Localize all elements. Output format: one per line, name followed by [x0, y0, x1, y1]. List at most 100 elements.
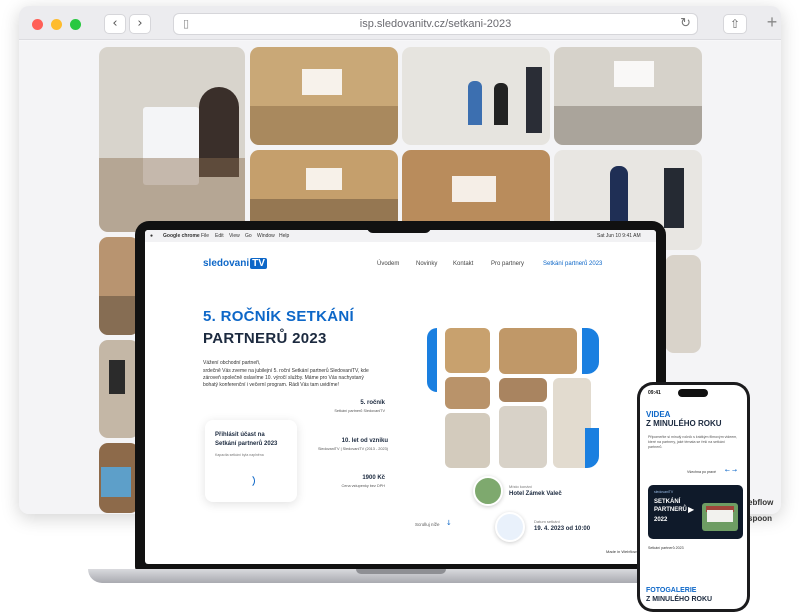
photo-tile — [99, 237, 139, 335]
stat-value: 10. let od vzniku — [341, 438, 388, 444]
laptop-screen: ● Google chrome File Edit View Go Window… — [145, 230, 656, 564]
photo-tile — [250, 47, 398, 145]
photo-tile — [445, 377, 490, 409]
share-icon: ⇧ — [729, 17, 741, 31]
chevron-right-icon: › — [137, 16, 143, 31]
maximize-window-button[interactable] — [70, 19, 81, 30]
menu-go[interactable]: Go — [245, 233, 252, 239]
menu-file[interactable]: File — [201, 233, 209, 239]
videos-more-link[interactable]: Všechna po pravé — [687, 470, 716, 474]
register-card[interactable]: Přihlásit účast na Setkání partnerů 2023… — [205, 420, 297, 502]
webflow-edge-text: ebflow — [748, 498, 774, 507]
nav-link-pro-partnery[interactable]: Pro partnery — [491, 261, 524, 267]
photo-tile — [499, 328, 577, 374]
menu-window[interactable]: Window — [257, 233, 275, 239]
stat-label: SledovaniTV | SledovaniTV (2013 - 2023) — [317, 447, 388, 451]
photo-tile — [499, 378, 547, 402]
photo-tile — [99, 340, 139, 438]
play-icon[interactable]: ▶ — [688, 505, 694, 514]
dynamic-island — [678, 389, 708, 397]
loading-spinner-icon — [241, 474, 255, 488]
video-caption: Setkání partnerů 2023 — [648, 546, 684, 550]
stage: ‹ › ▯ isp.sledovanitv.cz/setkani-2023 ↻ … — [0, 0, 800, 613]
reload-icon[interactable]: ↻ — [680, 16, 691, 31]
scroll-hint[interactable]: Scrolluj níže — [415, 522, 440, 527]
register-card-line1: Přihlásit účast na — [215, 432, 265, 438]
made-in-webflow-badge[interactable]: Made in Webflow — [603, 548, 640, 555]
url-text: isp.sledovanitv.cz/setkani-2023 — [359, 18, 512, 30]
nav-link-setkani[interactable]: Setkání partnerů 2023 — [543, 261, 602, 267]
intro-line: zároveň společně oslavíme 10. výročí slu… — [203, 375, 364, 381]
photo-tile — [250, 150, 398, 232]
venue-thumbnail — [473, 476, 503, 506]
videos-description: Připomeňte si minulý ročník s krátkým fi… — [648, 435, 738, 449]
photo-tile — [99, 443, 139, 513]
venue-value: Hotel Zámek Valeč — [509, 491, 562, 497]
new-tab-button[interactable]: + — [763, 12, 781, 34]
stat-label: Setkání partnerů SledovaniTV — [334, 409, 385, 413]
decor-blue-shape — [582, 328, 599, 374]
share-button[interactable]: ⇧ — [723, 14, 747, 34]
laptop-base — [88, 569, 713, 583]
phone-mockup: 09:41 VIDEA Z MINULÉHO ROKU Připomeňte s… — [637, 382, 750, 612]
menu-edit[interactable]: Edit — [215, 233, 224, 239]
phone-screen: 09:41 VIDEA Z MINULÉHO ROKU Připomeňte s… — [640, 385, 747, 609]
video-title-line2: PARTNERŮ — [654, 507, 687, 513]
menu-view[interactable]: View — [229, 233, 240, 239]
photo-tile — [445, 413, 490, 468]
venue-label: Místo konání — [509, 484, 532, 489]
gallery-subtitle: Z MINULÉHO ROKU — [646, 596, 713, 603]
gallery-title: FOTOGALERIE — [646, 587, 697, 594]
videos-subtitle: Z MINULÉHO ROKU — [646, 419, 722, 428]
photo-tile — [402, 47, 550, 145]
photo-tile — [554, 47, 702, 145]
back-button[interactable]: ‹ — [104, 14, 126, 34]
forward-button[interactable]: › — [129, 14, 151, 34]
nav-link-kontakt[interactable]: Kontakt — [453, 261, 473, 267]
menu-app-name[interactable]: Google chrome — [163, 233, 200, 239]
hero-title-line2: PARTNERŮ 2023 — [203, 330, 327, 347]
carousel-arrows-icon[interactable]: ← → — [725, 467, 737, 474]
plus-icon: + — [766, 12, 778, 32]
stat-value: 5. ročník — [360, 400, 385, 406]
date-label: Datum setkání — [534, 519, 560, 524]
date-value: 19. 4. 2023 od 10:00 — [534, 526, 591, 532]
edge-text-mirrored: spoon — [748, 514, 772, 523]
photo-tile — [499, 406, 547, 468]
photo-tile — [445, 328, 490, 373]
decor-blue-shape — [585, 428, 599, 468]
register-card-note: Kapacita setkání byla naplněna — [215, 453, 264, 457]
laptop-lip — [356, 569, 446, 574]
phone-time: 09:41 — [648, 390, 661, 396]
stat-years: 10. let od vzniku SledovaniTV | Sledovan… — [275, 438, 388, 451]
laptop-mockup: ● Google chrome File Edit View Go Window… — [135, 221, 666, 571]
castle-image — [702, 503, 738, 531]
minimize-window-button[interactable] — [51, 19, 62, 30]
stat-label: Cena vstupenky bez DPH — [341, 484, 385, 488]
photo-tile — [665, 255, 701, 353]
address-bar[interactable]: ▯ isp.sledovanitv.cz/setkani-2023 ↻ — [173, 13, 698, 35]
site-logo-text: sledovani — [203, 258, 250, 269]
video-logo: sledovaniTV — [654, 490, 674, 494]
menu-help[interactable]: Help — [279, 233, 289, 239]
intro-greeting: Vážení obchodní partneři, — [203, 360, 261, 366]
menu-clock: Sat Jun 10 9:41 AM — [597, 233, 641, 239]
intro-line: bohatý konferenční i večerní program. Rá… — [203, 382, 339, 388]
laptop-notch — [367, 221, 431, 233]
stat-price: 1900 Kč Cena vstupenky bez DPH — [295, 475, 385, 488]
video-title-line3: 2022 — [654, 517, 668, 523]
close-window-button[interactable] — [32, 19, 43, 30]
site-logo[interactable]: sledovani TV — [203, 258, 267, 269]
browser-titlebar: ‹ › ▯ isp.sledovanitv.cz/setkani-2023 ↻ … — [19, 6, 781, 40]
decor-blue-shape — [427, 328, 437, 392]
apple-icon: ● — [150, 233, 154, 239]
arrow-down-icon[interactable]: ↓ — [446, 519, 452, 527]
nav-link-novinky[interactable]: Novinky — [416, 261, 437, 267]
photo-tile — [402, 150, 550, 232]
video-thumbnail[interactable]: sledovaniTV SETKÁNÍ PARTNERŮ 2022 ▶ — [648, 485, 743, 539]
register-card-line2: Setkání partnerů 2023 — [215, 441, 278, 447]
nav-link-uvodem[interactable]: Úvodem — [377, 261, 399, 267]
video-title-line1: SETKÁNÍ — [654, 499, 681, 505]
videos-title: VIDEA — [646, 410, 671, 419]
chevron-left-icon: ‹ — [112, 16, 118, 31]
